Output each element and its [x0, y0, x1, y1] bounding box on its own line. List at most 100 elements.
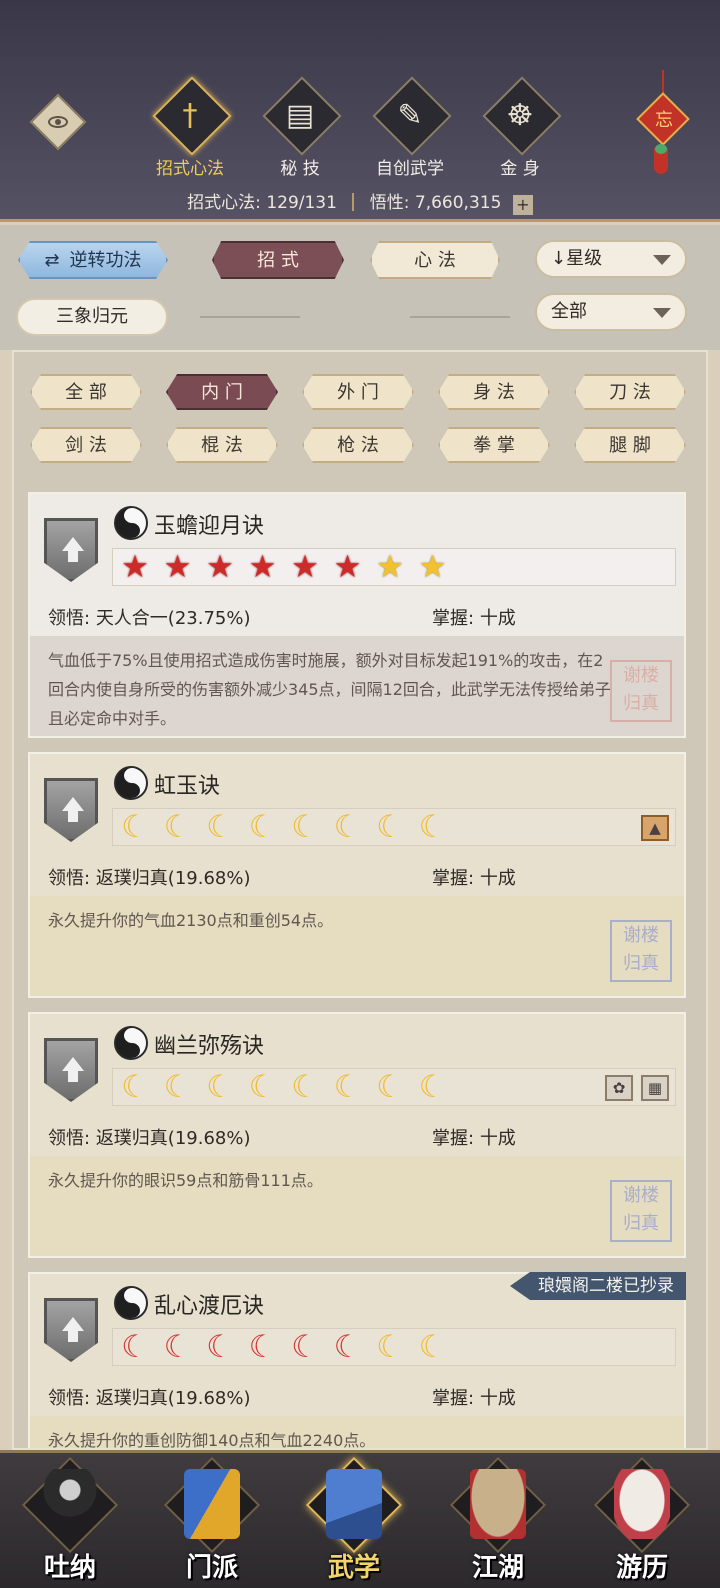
tab-moves[interactable]: 招 式 [212, 241, 344, 279]
comprehension-value: 返璞归真(19.68%) [95, 1388, 251, 1409]
moves-count-value: 129/131 [266, 193, 337, 213]
moon-icon: ☾ [291, 809, 319, 845]
comprehension-field: 领悟: 返璞归真(19.68%) [48, 1384, 251, 1410]
yin-yang-icon [114, 766, 148, 800]
comprehension-value: 天人合一(23.75%) [95, 608, 251, 629]
upgrade-shield-icon[interactable] [44, 1038, 98, 1102]
moon-icon: ☾ [248, 809, 277, 845]
tab-golden-body[interactable]: ☸ 金 身 [475, 76, 565, 180]
mastery-label: 掌握: [432, 1388, 475, 1409]
up-arrow-stem [68, 1330, 78, 1342]
moon-icon: ☾ [121, 1069, 149, 1105]
moon-icon: ☾ [248, 1329, 277, 1365]
nav-breathing[interactable]: 吐纳 [21, 1456, 119, 1588]
comprehension-field: 领悟: 返璞归真(19.68%) [48, 1124, 251, 1150]
type-label: 全部 [551, 301, 587, 322]
moon-icon: ☾ [206, 1329, 234, 1365]
skill-name: 幽兰弥殇诀 [154, 1034, 265, 1059]
star-icon: ★ [121, 549, 149, 585]
eye-icon [48, 116, 68, 128]
moon-icon: ☾ [333, 809, 362, 845]
upgrade-shield-icon[interactable] [44, 1298, 98, 1362]
moon-icon: ☾ [376, 809, 404, 845]
sort-dropdown[interactable]: ↓星级 [535, 240, 687, 278]
type-dropdown[interactable]: 全部 [535, 293, 687, 331]
up-arrow-icon [62, 537, 84, 551]
stats-divider [352, 193, 355, 211]
moon-icon: ☾ [206, 1069, 234, 1105]
moves-count-label: 招式心法: [187, 193, 261, 213]
ornament-divider-left [200, 316, 300, 318]
tab-label: 招式心法 [156, 159, 224, 179]
seal-stamp: 谢楼 归真 [610, 660, 672, 722]
upgrade-shield-icon[interactable] [44, 778, 98, 842]
top-header: † 招式心法 ▤ 秘 技 ✎ 自创武学 ☸ 金 身 忘 招式心法: 129/13… [0, 0, 720, 222]
nav-label: 游历 [615, 1553, 668, 1583]
tab-self-created[interactable]: ✎ 自创武学 [365, 76, 455, 180]
skill-card[interactable]: 虹玉诀 ▲ ☾ ☾ ☾ ☾ ☾ ☾ ☾ ☾ 领悟: 返璞归真(19.68%) 掌握: 十成 永… [28, 752, 686, 998]
category-spear[interactable]: 枪 法 [302, 427, 414, 463]
star-icon: ★ [248, 549, 277, 585]
nav-travel[interactable]: 游历 [593, 1456, 691, 1588]
category-blade[interactable]: 刀 法 [574, 374, 686, 410]
skill-card[interactable]: 琅嬛阁二楼已抄录 乱心渡厄诀 ☾ ☾ ☾ ☾ ☾ ☾ ☾ ☾ 领悟: 返璞归真(19.68%)… [28, 1272, 686, 1448]
comprehension-field: 领悟: 天人合一(23.75%) [48, 604, 251, 630]
moon-icon: ☾ [206, 809, 234, 845]
tab-mind[interactable]: 心 法 [370, 241, 500, 279]
skill-card[interactable]: 玉蟾迎月诀 ★ ★ ★ ★ ★ ★ ★ ★ 领悟: 天人合一(23.75%) 掌握: 十成 气… [28, 492, 686, 738]
star-icon: ★ [291, 549, 319, 585]
category-leg[interactable]: 腿 脚 [574, 427, 686, 463]
comprehension-label: 领悟: [48, 1128, 91, 1149]
comprehension-label: 领悟: [48, 1388, 91, 1409]
upgrade-shield-icon[interactable] [44, 518, 98, 582]
add-insight-button[interactable]: + [512, 195, 533, 215]
category-outer[interactable]: 外 门 [302, 374, 414, 410]
moon-icon: ☾ [376, 1329, 404, 1365]
category-staff[interactable]: 棍 法 [166, 427, 278, 463]
skill-description: 气血低于75%且使用招式造成伤害时施展，额外对目标发起191%的攻击，在2回合内… [48, 651, 611, 728]
moon-icon: ☾ [248, 1069, 277, 1105]
comprehension-label: 领悟: [48, 608, 91, 629]
skill-name: 乱心渡厄诀 [154, 1294, 265, 1319]
star-icon: ★ [206, 549, 234, 585]
category-all[interactable]: 全 部 [30, 374, 142, 410]
insight-value: 7,660,315 [414, 193, 502, 213]
moon-icon: ☾ [121, 809, 149, 845]
category-fist[interactable]: 拳 掌 [438, 427, 550, 463]
chinese-knot-button[interactable]: 忘 [636, 70, 690, 180]
skill-name: 虹玉诀 [154, 774, 221, 799]
star-rating-row: ▲ ☾ ☾ ☾ ☾ ☾ ☾ ☾ ☾ [112, 808, 676, 846]
nav-label: 江湖 [471, 1553, 524, 1583]
nav-martial-arts[interactable]: 武学 [305, 1456, 403, 1588]
star-icon: ★ [418, 549, 447, 585]
seal-stamp: 谢楼 归真 [610, 920, 672, 982]
tab-moves-mind[interactable]: † 招式心法 [145, 76, 235, 180]
moon-icon: ☾ [418, 1069, 447, 1105]
nav-jianghu[interactable]: 江湖 [449, 1456, 547, 1588]
bottom-nav: 吐纳 门派 武学 江湖 游历 [0, 1450, 720, 1588]
up-arrow-icon [62, 797, 84, 811]
swap-icon: ⇄ [44, 250, 60, 271]
tab-label: 秘 技 [280, 159, 320, 179]
nav-sect[interactable]: 门派 [163, 1456, 261, 1588]
up-arrow-stem [68, 810, 78, 822]
skill-list-panel: 全 部 内 门 外 门 身 法 刀 法 剑 法 棍 法 枪 法 拳 掌 腿 脚 … [12, 350, 708, 1450]
jade-bead [655, 144, 667, 154]
category-movement[interactable]: 身 法 [438, 374, 550, 410]
tab-label: 自创武学 [376, 159, 444, 179]
mountain-icon: ▲ [641, 815, 669, 841]
mastery-value: 十成 [479, 1388, 516, 1409]
category-sword[interactable]: 剑 法 [30, 427, 142, 463]
book-icon: ▤ [285, 98, 315, 133]
sort-label: ↓星级 [551, 248, 603, 269]
moon-icon: ☾ [163, 1329, 192, 1365]
moon-icon: ☾ [163, 1069, 192, 1105]
yin-yang-icon [114, 1026, 148, 1060]
reverse-technique-button[interactable]: ⇄ 逆转功法 [18, 241, 168, 279]
star-rating-row: ★ ★ ★ ★ ★ ★ ★ ★ [112, 548, 676, 586]
tab-secret-skill[interactable]: ▤ 秘 技 [255, 76, 345, 180]
category-inner[interactable]: 内 门 [166, 374, 278, 410]
eye-toggle-button[interactable] [29, 93, 87, 151]
sanxiang-button[interactable]: 三象归元 [16, 298, 168, 336]
skill-card[interactable]: 幽兰弥殇诀 ✿ ▦ ☾ ☾ ☾ ☾ ☾ ☾ ☾ ☾ 领悟: 返璞归真(19.68%) 掌握: … [28, 1012, 686, 1258]
